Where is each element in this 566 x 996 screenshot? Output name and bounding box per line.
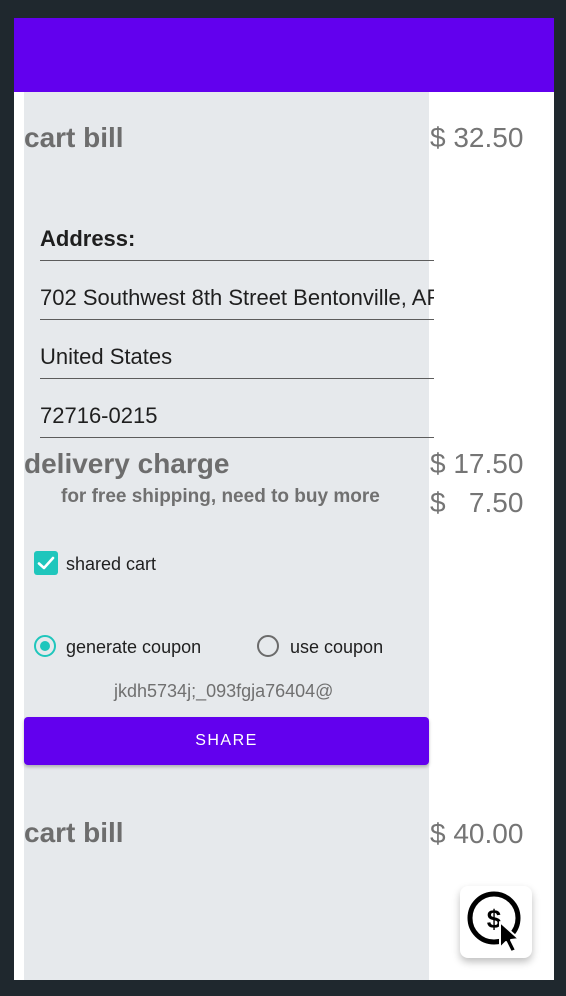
generate-coupon-radio[interactable] [34,635,56,657]
free-shipping-amount: $ 7.50 [430,487,524,518]
app-screen: cart bill Address: 702 Southwest 8th Str… [14,18,554,980]
dollar-cursor-icon: $ [467,891,521,953]
coupon-code: jkdh5734j;_093fgja76404@ [114,681,334,701]
total-amount: $ 40.00 [430,818,524,849]
free-shipping-note: for free shipping, need to buy more [61,486,380,507]
use-coupon-label: use coupon [290,637,384,657]
country-field[interactable]: United States [40,342,434,379]
share-button[interactable]: SHARE [24,717,429,765]
shared-cart-label: shared cart [66,554,157,574]
cart-bill-label: cart bill [24,122,124,153]
checkout-panel: cart bill Address: 702 Southwest 8th Str… [24,92,434,980]
generate-coupon-label: generate coupon [66,637,202,657]
street-address-field[interactable]: 702 Southwest 8th Street Bentonville, AR [40,283,434,320]
delivery-charge-amount: $ 17.50 [430,448,524,479]
total-label: cart bill [24,817,124,848]
delivery-charge-label: delivery charge [24,448,230,479]
use-coupon-radio[interactable] [257,635,279,657]
checkout-fab[interactable]: $ [460,886,532,958]
checkmark-icon [37,556,55,570]
app-bar [14,18,554,92]
cart-bill-amount: $ 32.50 [430,122,524,153]
shared-cart-checkbox[interactable] [34,551,58,575]
zip-code-field[interactable]: 72716-0215 [40,401,434,438]
address-label: Address: [40,224,434,261]
